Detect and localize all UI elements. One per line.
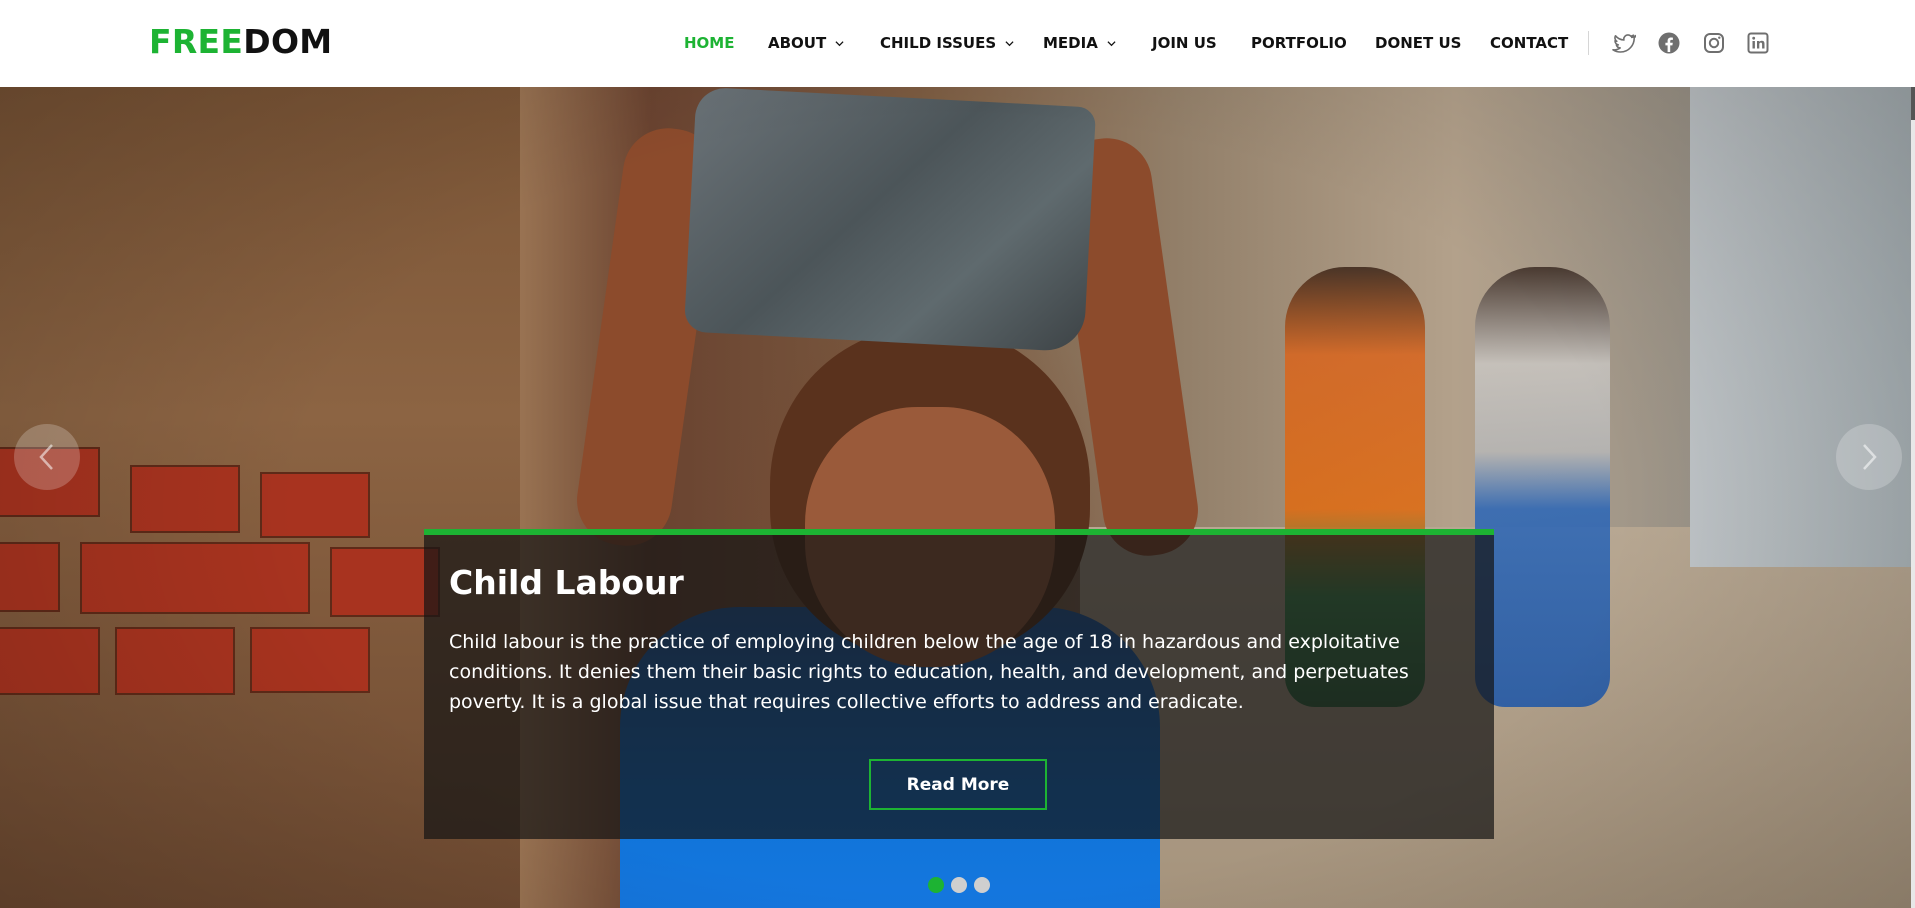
- site-header: FREEDOM HOME ABOUT CHILD ISSUES MEDIA JO…: [0, 0, 1915, 87]
- slider-dot-2[interactable]: [951, 877, 967, 893]
- chevron-down-icon: [835, 40, 844, 46]
- read-more-button[interactable]: Read More: [869, 759, 1047, 810]
- nav-item-child-issues[interactable]: CHILD ISSUES: [880, 32, 1014, 54]
- nav-item-label: CHILD ISSUES: [880, 34, 997, 52]
- chevron-right-icon: [1863, 444, 1877, 470]
- facebook-icon[interactable]: [1657, 31, 1681, 55]
- nav-item-label: CONTACT: [1490, 34, 1569, 52]
- nav-item-label: DONET US: [1375, 34, 1462, 52]
- hero-slider: Child Labour Child labour is the practic…: [0, 87, 1915, 908]
- nav-item-join-us[interactable]: JOIN US: [1152, 32, 1217, 54]
- slide-caption: Child Labour Child labour is the practic…: [424, 529, 1494, 839]
- slider-pagination: [928, 877, 990, 893]
- chevron-left-icon: [39, 444, 53, 470]
- nav-item-portfolio[interactable]: PORTFOLIO: [1251, 32, 1347, 54]
- slide-title: Child Labour: [449, 563, 684, 602]
- nav-item-label: JOIN US: [1152, 34, 1217, 52]
- twitter-icon[interactable]: [1612, 31, 1636, 55]
- nav-divider: [1588, 31, 1589, 55]
- nav-item-label: PORTFOLIO: [1251, 34, 1347, 52]
- instagram-icon[interactable]: [1702, 31, 1726, 55]
- nav-item-label: HOME: [684, 34, 735, 52]
- nav-item-label: MEDIA: [1043, 34, 1098, 52]
- nav-item-contact[interactable]: CONTACT: [1490, 32, 1568, 54]
- nav-item-about[interactable]: ABOUT: [768, 32, 844, 54]
- nav-item-donet-us[interactable]: DONET US: [1375, 32, 1461, 54]
- page-scrollbar-track[interactable]: [1911, 0, 1915, 908]
- chevron-down-icon: [1107, 40, 1116, 46]
- nav-item-label: ABOUT: [768, 34, 827, 52]
- slider-dot-1[interactable]: [928, 877, 944, 893]
- slider-prev-button[interactable]: [14, 424, 80, 490]
- slide-description: Child labour is the practice of employin…: [449, 631, 1409, 713]
- slider-next-button[interactable]: [1836, 424, 1902, 490]
- brand-logo-part2: DOM: [243, 22, 333, 61]
- nav-item-media[interactable]: MEDIA: [1043, 32, 1116, 54]
- brand-logo[interactable]: FREEDOM: [149, 22, 332, 62]
- linkedin-icon[interactable]: [1746, 31, 1770, 55]
- nav-item-home[interactable]: HOME: [684, 32, 734, 54]
- slider-dot-3[interactable]: [974, 877, 990, 893]
- chevron-down-icon: [1005, 40, 1014, 46]
- brand-logo-part1: FREE: [149, 22, 244, 61]
